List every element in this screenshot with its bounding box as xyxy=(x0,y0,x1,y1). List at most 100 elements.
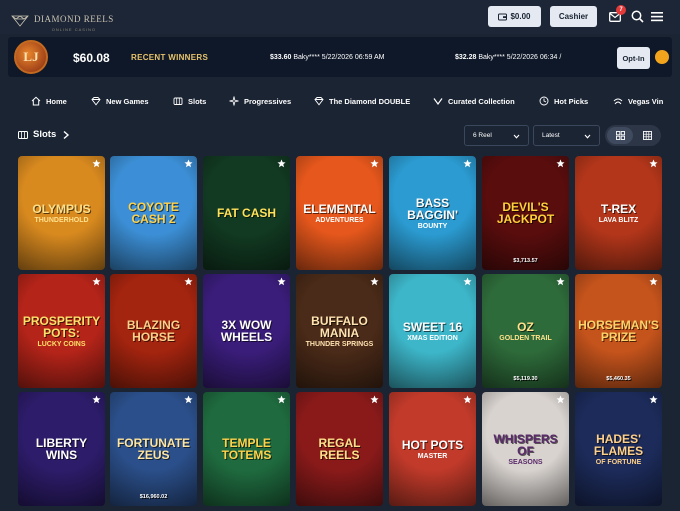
nav-label: Curated Collection xyxy=(448,96,515,106)
game-tile[interactable]: Hades' Flames of Fortune xyxy=(575,392,662,506)
favorite-star-icon[interactable] xyxy=(649,395,658,404)
game-title: Whispers of xyxy=(493,431,558,458)
game-title: Liberty Wins xyxy=(35,436,88,462)
wallet-icon xyxy=(498,13,508,20)
game-title-wrap: Regal Reels xyxy=(296,437,383,461)
cashier-button[interactable]: Cashier xyxy=(550,6,597,27)
game-title-wrap: Horseman's Prize xyxy=(575,319,662,343)
balance-button[interactable]: $0.00 xyxy=(488,6,541,27)
game-title: Buffalo Mania xyxy=(311,313,368,340)
sparkle-icon xyxy=(229,96,239,106)
game-tile[interactable]: Whispers of Seasons xyxy=(482,392,569,506)
game-tile[interactable]: 3x Wow Wheels xyxy=(203,274,290,388)
game-tile[interactable]: Olympus Thunderhold xyxy=(18,156,105,270)
game-tile[interactable]: Prosperity Pots: Lucky Coins xyxy=(18,274,105,388)
diamond-icon xyxy=(91,97,101,106)
game-subtitle: Golden Trail xyxy=(499,334,552,342)
game-tile[interactable]: Sweet 16 Xmas Edition xyxy=(389,274,476,388)
game-title: Devil's Jackpot xyxy=(496,200,555,226)
game-title: Blazing Horse xyxy=(126,318,181,344)
game-tile[interactable]: Fortunate Zeus $16,960.02 xyxy=(110,392,197,506)
game-subtitle: Xmas Edition xyxy=(407,334,458,342)
jackpot-amount: $60.08 xyxy=(73,51,110,65)
game-tile[interactable]: Temple Totems xyxy=(203,392,290,506)
search-icon[interactable] xyxy=(631,10,644,23)
game-title: Coyote Cash 2 xyxy=(128,200,179,226)
favorite-star-icon[interactable] xyxy=(463,159,472,168)
nav-item-curated-collection[interactable]: Curated Collection xyxy=(433,96,515,106)
game-title-wrap: Blazing Horse xyxy=(110,319,197,343)
favorite-star-icon[interactable] xyxy=(92,159,101,168)
winner-amount: $33.60 xyxy=(270,54,292,61)
game-tile[interactable]: T-Rex Lava Blitz xyxy=(575,156,662,270)
game-tile[interactable]: Coyote Cash 2 xyxy=(110,156,197,270)
section-title[interactable]: Slots xyxy=(18,129,71,140)
favorite-star-icon[interactable] xyxy=(184,395,193,404)
favorite-star-icon[interactable] xyxy=(370,159,379,168)
game-tile[interactable]: Bass Baggin' Bounty xyxy=(389,156,476,270)
opt-in-button[interactable]: Opt-In xyxy=(617,47,650,69)
game-title-wrap: Oz Golden Trail xyxy=(499,321,552,342)
site-logo[interactable]: DIAMOND REELS ONLINE CASINO xyxy=(10,9,114,32)
favorite-star-icon[interactable] xyxy=(556,159,565,168)
favorite-star-icon[interactable] xyxy=(184,277,193,286)
nav-item-new-games[interactable]: New Games xyxy=(91,96,149,106)
favorite-star-icon[interactable] xyxy=(277,395,286,404)
game-title: Prosperity Pots: xyxy=(22,313,101,340)
game-tile[interactable]: Devil's Jackpot $3,713.57 xyxy=(482,156,569,270)
game-title-wrap: Devil's Jackpot xyxy=(482,201,569,225)
game-tile[interactable]: Oz Golden Trail $5,119.30 xyxy=(482,274,569,388)
nav-item-vegas-vin[interactable]: Vegas Vin xyxy=(613,96,663,106)
game-title: Horseman's Prize xyxy=(578,318,659,344)
hamburger-menu-icon[interactable] xyxy=(651,11,663,22)
favorite-star-icon[interactable] xyxy=(556,277,565,286)
game-title-wrap: Fat Cash xyxy=(213,207,280,219)
game-title-wrap: Liberty Wins xyxy=(18,437,105,461)
game-subtitle: Thunder Springs xyxy=(305,340,374,348)
game-tile[interactable]: Elemental Adventures xyxy=(296,156,383,270)
sort-dropdown[interactable]: Latest xyxy=(533,125,600,146)
nav-item-slots[interactable]: Slots xyxy=(173,96,206,106)
game-tile[interactable]: Horseman's Prize $5,460.35 xyxy=(575,274,662,388)
favorite-star-icon[interactable] xyxy=(277,277,286,286)
game-jackpot: $5,119.30 xyxy=(513,376,538,382)
dice-icon xyxy=(613,98,623,105)
nav-label: Slots xyxy=(188,96,207,106)
favorite-star-icon[interactable] xyxy=(556,395,565,404)
chevron-icon xyxy=(433,98,443,106)
favorite-star-icon[interactable] xyxy=(649,277,658,286)
winner-user: Baky**** xyxy=(293,54,320,61)
diamond-icon xyxy=(314,97,324,106)
favorite-star-icon[interactable] xyxy=(463,277,472,286)
slots-icon xyxy=(173,97,183,105)
grid-icon xyxy=(615,131,625,140)
favorite-star-icon[interactable] xyxy=(370,277,379,286)
nav-item-home[interactable]: Home xyxy=(31,96,67,106)
favorite-star-icon[interactable] xyxy=(184,159,193,168)
chevron-down-icon xyxy=(513,134,520,139)
game-tile[interactable]: Hot Pots Master xyxy=(389,392,476,506)
game-tile[interactable]: Buffalo Mania Thunder Springs xyxy=(296,274,383,388)
game-tile[interactable]: Blazing Horse xyxy=(110,274,197,388)
favorite-star-icon[interactable] xyxy=(463,395,472,404)
game-title-wrap: Sweet 16 Xmas Edition xyxy=(399,321,466,342)
reel-filter-dropdown[interactable]: 6 Reel xyxy=(464,125,529,146)
game-title-wrap: Fortunate Zeus xyxy=(110,437,197,461)
game-tile[interactable]: Fat Cash xyxy=(203,156,290,270)
game-tile[interactable]: Liberty Wins xyxy=(18,392,105,506)
chevron-down-icon xyxy=(584,134,591,139)
favorite-star-icon[interactable] xyxy=(277,159,286,168)
grid-view-button[interactable] xyxy=(607,127,633,144)
nav-item-diamond-double[interactable]: The Diamond DOUBLE xyxy=(314,96,410,106)
compact-view-button[interactable] xyxy=(636,127,659,144)
nav-item-hot-picks[interactable]: Hot Picks xyxy=(539,96,588,106)
favorite-star-icon[interactable] xyxy=(370,395,379,404)
game-subtitle: Bounty xyxy=(417,222,448,230)
nav-label: The Diamond DOUBLE xyxy=(329,96,411,106)
nav-item-progressives[interactable]: Progressives xyxy=(229,96,291,106)
favorite-star-icon[interactable] xyxy=(92,277,101,286)
favorite-star-icon[interactable] xyxy=(92,395,101,404)
game-tile[interactable]: Regal Reels xyxy=(296,392,383,506)
favorite-star-icon[interactable] xyxy=(649,159,658,168)
game-jackpot: $16,960.02 xyxy=(139,494,168,500)
